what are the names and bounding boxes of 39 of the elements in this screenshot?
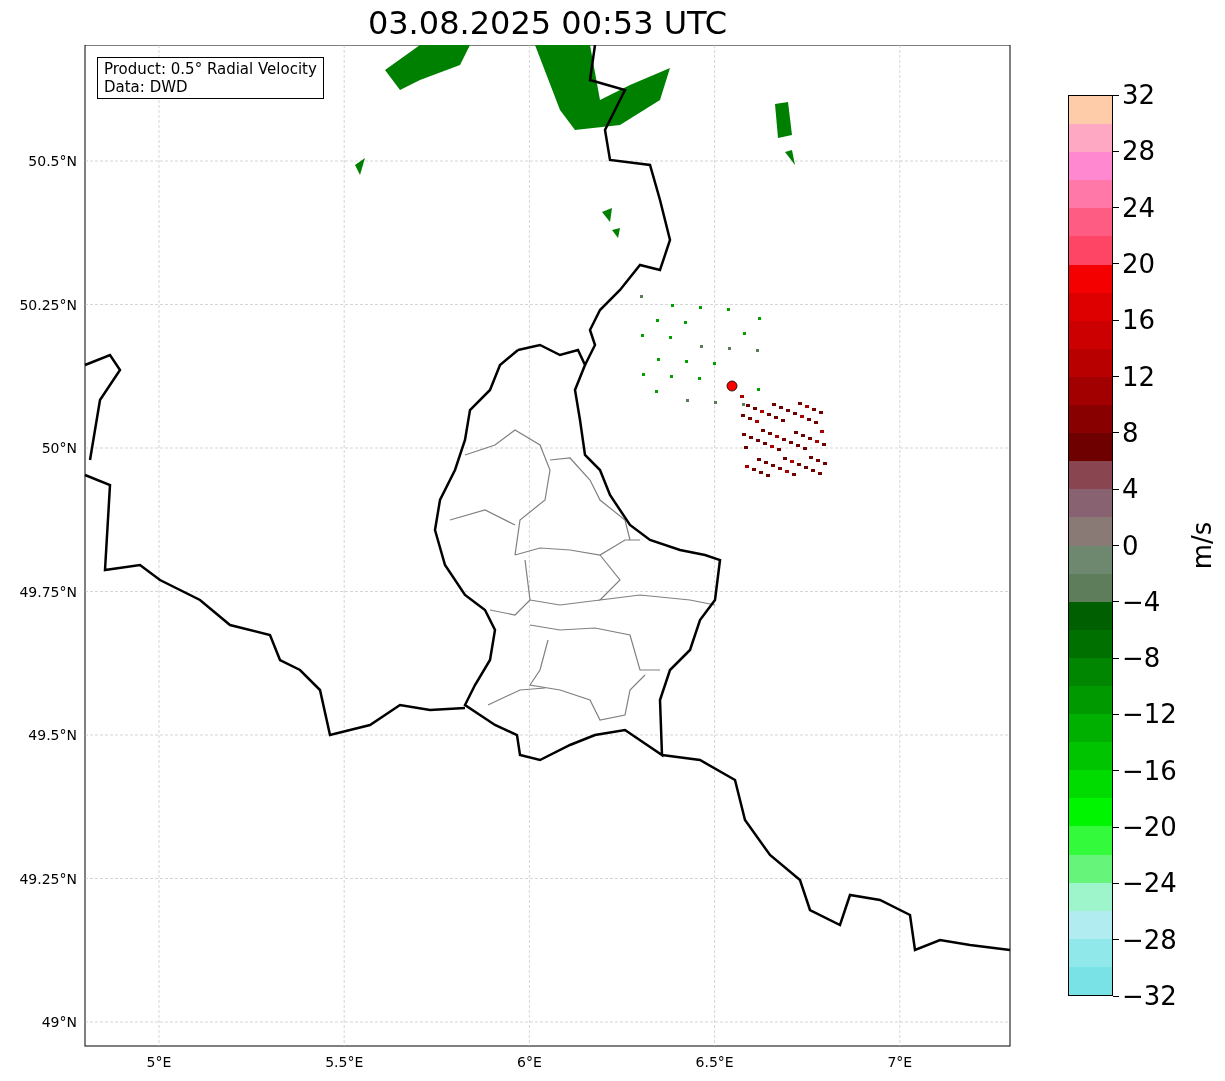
colorbar-tick-label: −20 bbox=[1122, 812, 1177, 843]
colorbar-tick-label: 24 bbox=[1122, 192, 1156, 223]
colorbar-unit-label: m/s bbox=[1186, 521, 1219, 570]
latitude-label: 50.25°N bbox=[19, 296, 77, 313]
info-text: Data: DWD bbox=[104, 78, 189, 96]
radar-echo bbox=[602, 208, 612, 222]
latitude-label: 50.5°N bbox=[28, 153, 77, 169]
longitude-label: 6°E bbox=[517, 1054, 542, 1070]
colorbar-tick-label: −12 bbox=[1122, 699, 1177, 730]
latitude-label: 49.25°N bbox=[19, 870, 77, 887]
colorbar-tick-label: 16 bbox=[1122, 305, 1156, 336]
colorbar-tick-label: 28 bbox=[1122, 136, 1156, 167]
latitude-label: 49.5°N bbox=[28, 727, 77, 743]
longitude-label: 5.5°E bbox=[325, 1054, 364, 1070]
radar-site-marker bbox=[726, 380, 738, 392]
longitude-label: 5°E bbox=[146, 1054, 172, 1070]
colorbar-tick-label: 8 bbox=[1122, 417, 1139, 448]
latitude-label: 49.75°N bbox=[19, 583, 77, 600]
latitude-label: 50°N bbox=[41, 440, 77, 456]
colorbar-tick-label: 4 bbox=[1122, 474, 1139, 505]
radar-echo bbox=[355, 158, 365, 175]
chart-title: 03.08.2025 00:53 UTC bbox=[367, 6, 728, 39]
colorbar-tick-label: 32 bbox=[1122, 80, 1156, 110]
radar-echo bbox=[785, 150, 795, 165]
colorbar-tick-label: −28 bbox=[1122, 924, 1177, 955]
colorbar-tick-label: −24 bbox=[1122, 868, 1177, 899]
colorbar-tick-label: 0 bbox=[1122, 530, 1139, 561]
colorbar-tick-label: 20 bbox=[1122, 248, 1156, 279]
radar-echo bbox=[775, 102, 792, 138]
colorbar-tick-label: 12 bbox=[1122, 361, 1156, 392]
info-text: Product: 0.5° Radial Velocity bbox=[104, 60, 317, 78]
longitude-label: 6.5°E bbox=[695, 1054, 734, 1070]
colorbar-tick-label: −32 bbox=[1122, 981, 1177, 1011]
colorbar-tick-label: −4 bbox=[1122, 586, 1161, 617]
longitude-label: 7°E bbox=[887, 1054, 913, 1070]
colorbar-tick-label: −8 bbox=[1122, 643, 1161, 674]
colorbar-tick-label: −16 bbox=[1122, 755, 1177, 786]
latitude-label: 49°N bbox=[41, 1014, 77, 1030]
radar-echo bbox=[612, 228, 620, 238]
